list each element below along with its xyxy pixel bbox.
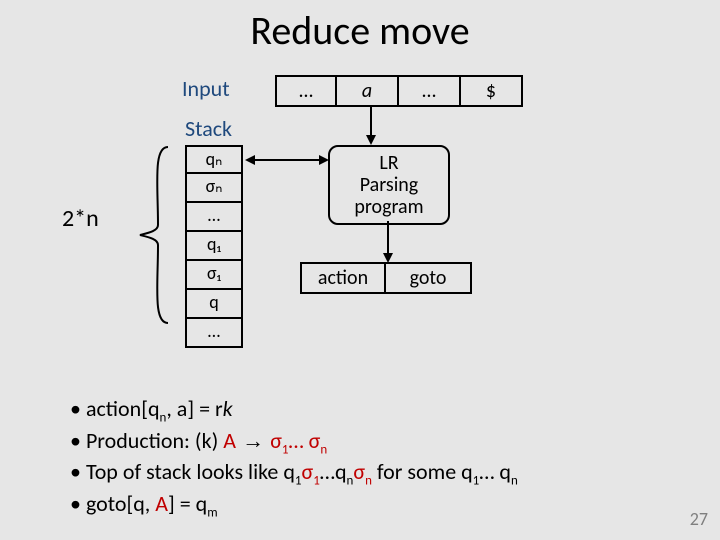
- input-label: Input: [182, 75, 230, 102]
- txt: Top of stack looks like q: [86, 458, 295, 485]
- stack-cell: qₙ: [185, 145, 243, 174]
- tape-cell-end: $: [461, 75, 523, 107]
- txt: goto[q,: [86, 490, 155, 517]
- txt: k: [223, 395, 233, 422]
- arrow-program-to-tables: [380, 221, 396, 265]
- tape-cell-a: a: [337, 75, 399, 107]
- goto-box: goto: [386, 262, 472, 294]
- stack-cell: σ₁: [185, 261, 243, 290]
- stack-label: Stack: [185, 115, 232, 142]
- txt: σ: [309, 427, 321, 454]
- tape-cell: …: [275, 75, 337, 107]
- bullet-item: Production: (k) A → σ1… σn: [70, 427, 518, 459]
- parser-stack: qₙ σₙ … q₁ σ₁ q …: [185, 145, 243, 348]
- txt: Production: (k): [86, 427, 223, 454]
- two-n-label: 2*n: [62, 204, 99, 233]
- slide-title: Reduce move: [0, 6, 720, 55]
- stack-brace: [118, 145, 178, 325]
- tape-cell: …: [399, 75, 461, 107]
- txt: action[q: [86, 395, 160, 422]
- arrow-char: →: [236, 428, 270, 453]
- lr-parsing-program-box: LR Parsing program: [328, 145, 450, 225]
- sub: 1: [295, 474, 302, 489]
- sub: n: [365, 474, 372, 489]
- bullet-item: Top of stack looks like q1σ1…qnσn for so…: [70, 458, 518, 490]
- txt: … q: [479, 458, 511, 485]
- input-tape: … a … $: [275, 75, 523, 107]
- sub: m: [207, 505, 217, 520]
- txt: …q: [320, 458, 347, 485]
- txt: …: [289, 427, 309, 454]
- bullet-item: goto[q, A] = qm: [70, 490, 518, 522]
- txt: σ: [270, 427, 282, 454]
- stack-cell: …: [185, 319, 243, 348]
- action-goto-tables: action goto: [300, 262, 472, 294]
- action-box: action: [300, 262, 386, 294]
- program-line: Parsing: [330, 174, 448, 196]
- txt: , a] = r: [166, 395, 222, 422]
- stack-cell: …: [185, 203, 243, 232]
- arrow-stack-program: [243, 152, 331, 168]
- txt: σ: [353, 458, 365, 485]
- txt: ] = q: [168, 490, 207, 517]
- stack-cell: q: [185, 290, 243, 319]
- bullet-list: action[qn, a] = rk Production: (k) A → σ…: [70, 395, 518, 522]
- txt: for some q: [372, 458, 473, 485]
- txt: A: [223, 427, 236, 454]
- program-line: program: [330, 196, 448, 218]
- sub: 1: [282, 442, 289, 457]
- page-number: 27: [690, 508, 708, 530]
- sub: n: [511, 474, 518, 489]
- txt: σ: [302, 458, 314, 485]
- txt: A: [155, 490, 168, 517]
- sub: 1: [313, 474, 320, 489]
- bullet-item: action[qn, a] = rk: [70, 395, 518, 427]
- arrow-input-to-program: [363, 107, 379, 147]
- stack-cell: q₁: [185, 232, 243, 261]
- stack-cell: σₙ: [185, 174, 243, 203]
- program-line: LR: [330, 152, 448, 174]
- sub: n: [320, 442, 327, 457]
